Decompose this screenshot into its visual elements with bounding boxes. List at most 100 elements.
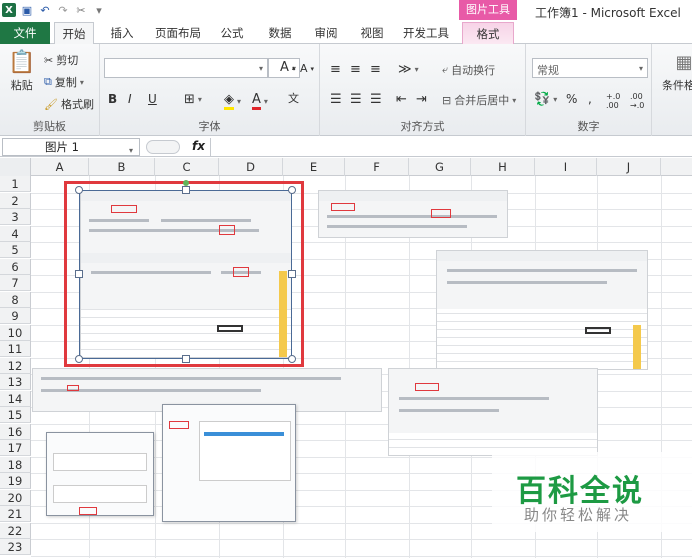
row-header[interactable]: 11 xyxy=(0,341,31,357)
excel-logo-icon[interactable]: X xyxy=(2,3,16,17)
tab-developer[interactable]: 开发工具 xyxy=(398,22,454,44)
format-painter-button[interactable]: 🖌 格式刷 xyxy=(44,96,94,112)
resize-handle-right[interactable] xyxy=(288,270,296,278)
tab-view[interactable]: 视图 xyxy=(354,22,390,44)
font-color-button[interactable]: A ▾ xyxy=(252,92,268,110)
row-header[interactable]: 20 xyxy=(0,489,31,506)
row-header[interactable]: 2 xyxy=(0,192,31,209)
paste-button[interactable]: 📋 粘贴 xyxy=(8,50,35,93)
shrink-font-button[interactable]: A ▾ xyxy=(300,62,314,75)
row-header[interactable]: 10 xyxy=(0,324,31,341)
fill-color-button[interactable]: ◈ ▾ xyxy=(224,92,241,110)
grow-font-button[interactable]: A ▴ xyxy=(280,60,295,75)
row-header[interactable]: 7 xyxy=(0,275,31,291)
embedded-dialog-picture-1[interactable] xyxy=(46,432,154,516)
phonetic-button[interactable]: 文 xyxy=(288,90,299,106)
row-header[interactable]: 13 xyxy=(0,374,31,390)
customize-icon[interactable]: ✂ xyxy=(74,3,88,17)
resize-handle-bottom-left[interactable] xyxy=(75,355,83,363)
row-header[interactable]: 16 xyxy=(0,423,31,440)
select-all-corner[interactable] xyxy=(0,158,31,176)
align-center-button[interactable]: ☰ xyxy=(350,92,362,107)
row-header[interactable]: 5 xyxy=(0,242,31,258)
wrap-text-button[interactable]: ⤶ 自动换行 xyxy=(442,62,495,78)
comma-button[interactable]: , xyxy=(588,92,592,106)
row-header[interactable]: 3 xyxy=(0,209,31,225)
row-header[interactable]: 21 xyxy=(0,506,31,522)
increase-decimal-button[interactable]: +.0 .00 xyxy=(606,92,628,110)
save-icon[interactable]: ▣ xyxy=(20,3,34,17)
resize-handle-bottom[interactable] xyxy=(182,355,190,363)
underline-button[interactable]: U xyxy=(148,92,157,106)
qat-dropdown-icon[interactable]: ▾ xyxy=(92,3,106,17)
copy-dropdown-icon[interactable]: ▾ xyxy=(80,78,84,87)
formula-input[interactable] xyxy=(210,138,692,156)
row-header[interactable]: 22 xyxy=(0,522,31,539)
borders-button[interactable]: ⊞ ▾ xyxy=(184,92,202,107)
conditional-formatting-button[interactable]: ▦ 条件格式 xyxy=(662,52,692,93)
column-header-f[interactable]: F xyxy=(345,158,409,176)
embedded-picture-2[interactable] xyxy=(318,190,508,238)
undo-icon[interactable]: ↶ xyxy=(38,3,52,17)
tab-formulas[interactable]: 公式 xyxy=(214,22,250,44)
rotate-handle[interactable] xyxy=(183,180,189,186)
decrease-indent-button[interactable]: ⇤ xyxy=(396,92,407,107)
row-header[interactable]: 1 xyxy=(0,176,31,192)
name-box[interactable]: 图片 1 ▾ xyxy=(2,138,140,156)
orientation-button[interactable]: ≫ ▾ xyxy=(398,62,419,77)
resize-handle-top-right[interactable] xyxy=(288,186,296,194)
column-header-a[interactable]: A xyxy=(31,158,89,176)
row-header[interactable]: 4 xyxy=(0,225,31,242)
tab-home[interactable]: 开始 xyxy=(54,22,94,45)
number-format-dropdown-icon[interactable]: ▾ xyxy=(639,64,643,73)
embedded-picture-3[interactable] xyxy=(436,250,648,370)
accounting-format-button[interactable]: 💱 ▾ xyxy=(534,92,557,107)
name-box-dropdown-icon[interactable]: ▾ xyxy=(129,143,133,159)
row-header[interactable]: 19 xyxy=(0,473,31,489)
row-header[interactable]: 18 xyxy=(0,456,31,473)
column-header-c[interactable]: C xyxy=(155,158,219,176)
column-header-d[interactable]: D xyxy=(219,158,283,176)
embedded-dialog-picture-2[interactable] xyxy=(162,404,296,522)
increase-indent-button[interactable]: ⇥ xyxy=(416,92,427,107)
column-header-i[interactable]: I xyxy=(535,158,597,176)
cut-button[interactable]: ✂ 剪切 xyxy=(44,52,78,68)
column-header-h[interactable]: H xyxy=(471,158,535,176)
row-header[interactable]: 12 xyxy=(0,357,31,374)
row-header[interactable]: 15 xyxy=(0,407,31,423)
percent-button[interactable]: % xyxy=(566,92,577,106)
column-header-b[interactable]: B xyxy=(89,158,155,176)
resize-handle-top[interactable] xyxy=(182,186,190,194)
tab-file[interactable]: 文件 xyxy=(0,22,50,44)
merge-center-button[interactable]: ⊟ 合并后居中 ▾ xyxy=(442,92,516,108)
row-header[interactable]: 9 xyxy=(0,308,31,324)
number-format-combobox[interactable]: 常规 ▾ xyxy=(532,58,648,78)
column-header-e[interactable]: E xyxy=(283,158,345,176)
redo-icon[interactable]: ↷ xyxy=(56,3,70,17)
column-header-j[interactable]: J xyxy=(597,158,661,176)
embedded-picture-5[interactable] xyxy=(388,368,598,456)
row-header[interactable]: 6 xyxy=(0,258,31,275)
tab-format[interactable]: 格式 xyxy=(462,22,514,44)
font-name-dropdown-icon[interactable]: ▾ xyxy=(259,64,263,73)
middle-align-button[interactable]: ≡ xyxy=(350,62,361,77)
italic-button[interactable]: I xyxy=(128,92,132,106)
row-header[interactable]: 8 xyxy=(0,291,31,308)
resize-handle-bottom-right[interactable] xyxy=(288,355,296,363)
align-left-button[interactable]: ☰ xyxy=(330,92,342,107)
row-header[interactable]: 14 xyxy=(0,390,31,407)
align-right-button[interactable]: ☰ xyxy=(370,92,382,107)
insert-function-icon[interactable]: fx xyxy=(192,139,205,153)
row-header[interactable]: 17 xyxy=(0,440,31,456)
formula-bar-resize[interactable] xyxy=(146,140,180,154)
tab-review[interactable]: 审阅 xyxy=(308,22,344,44)
bold-button[interactable]: B xyxy=(108,92,117,106)
column-header-g[interactable]: G xyxy=(409,158,471,176)
resize-handle-left[interactable] xyxy=(75,270,83,278)
top-align-button[interactable]: ≡ xyxy=(330,62,341,77)
font-name-combobox[interactable]: ▾ xyxy=(104,58,268,78)
copy-button[interactable]: ⧉ 复制 ▾ xyxy=(44,74,84,90)
resize-handle-top-left[interactable] xyxy=(75,186,83,194)
bottom-align-button[interactable]: ≡ xyxy=(370,62,381,77)
tab-insert[interactable]: 插入 xyxy=(104,22,140,44)
